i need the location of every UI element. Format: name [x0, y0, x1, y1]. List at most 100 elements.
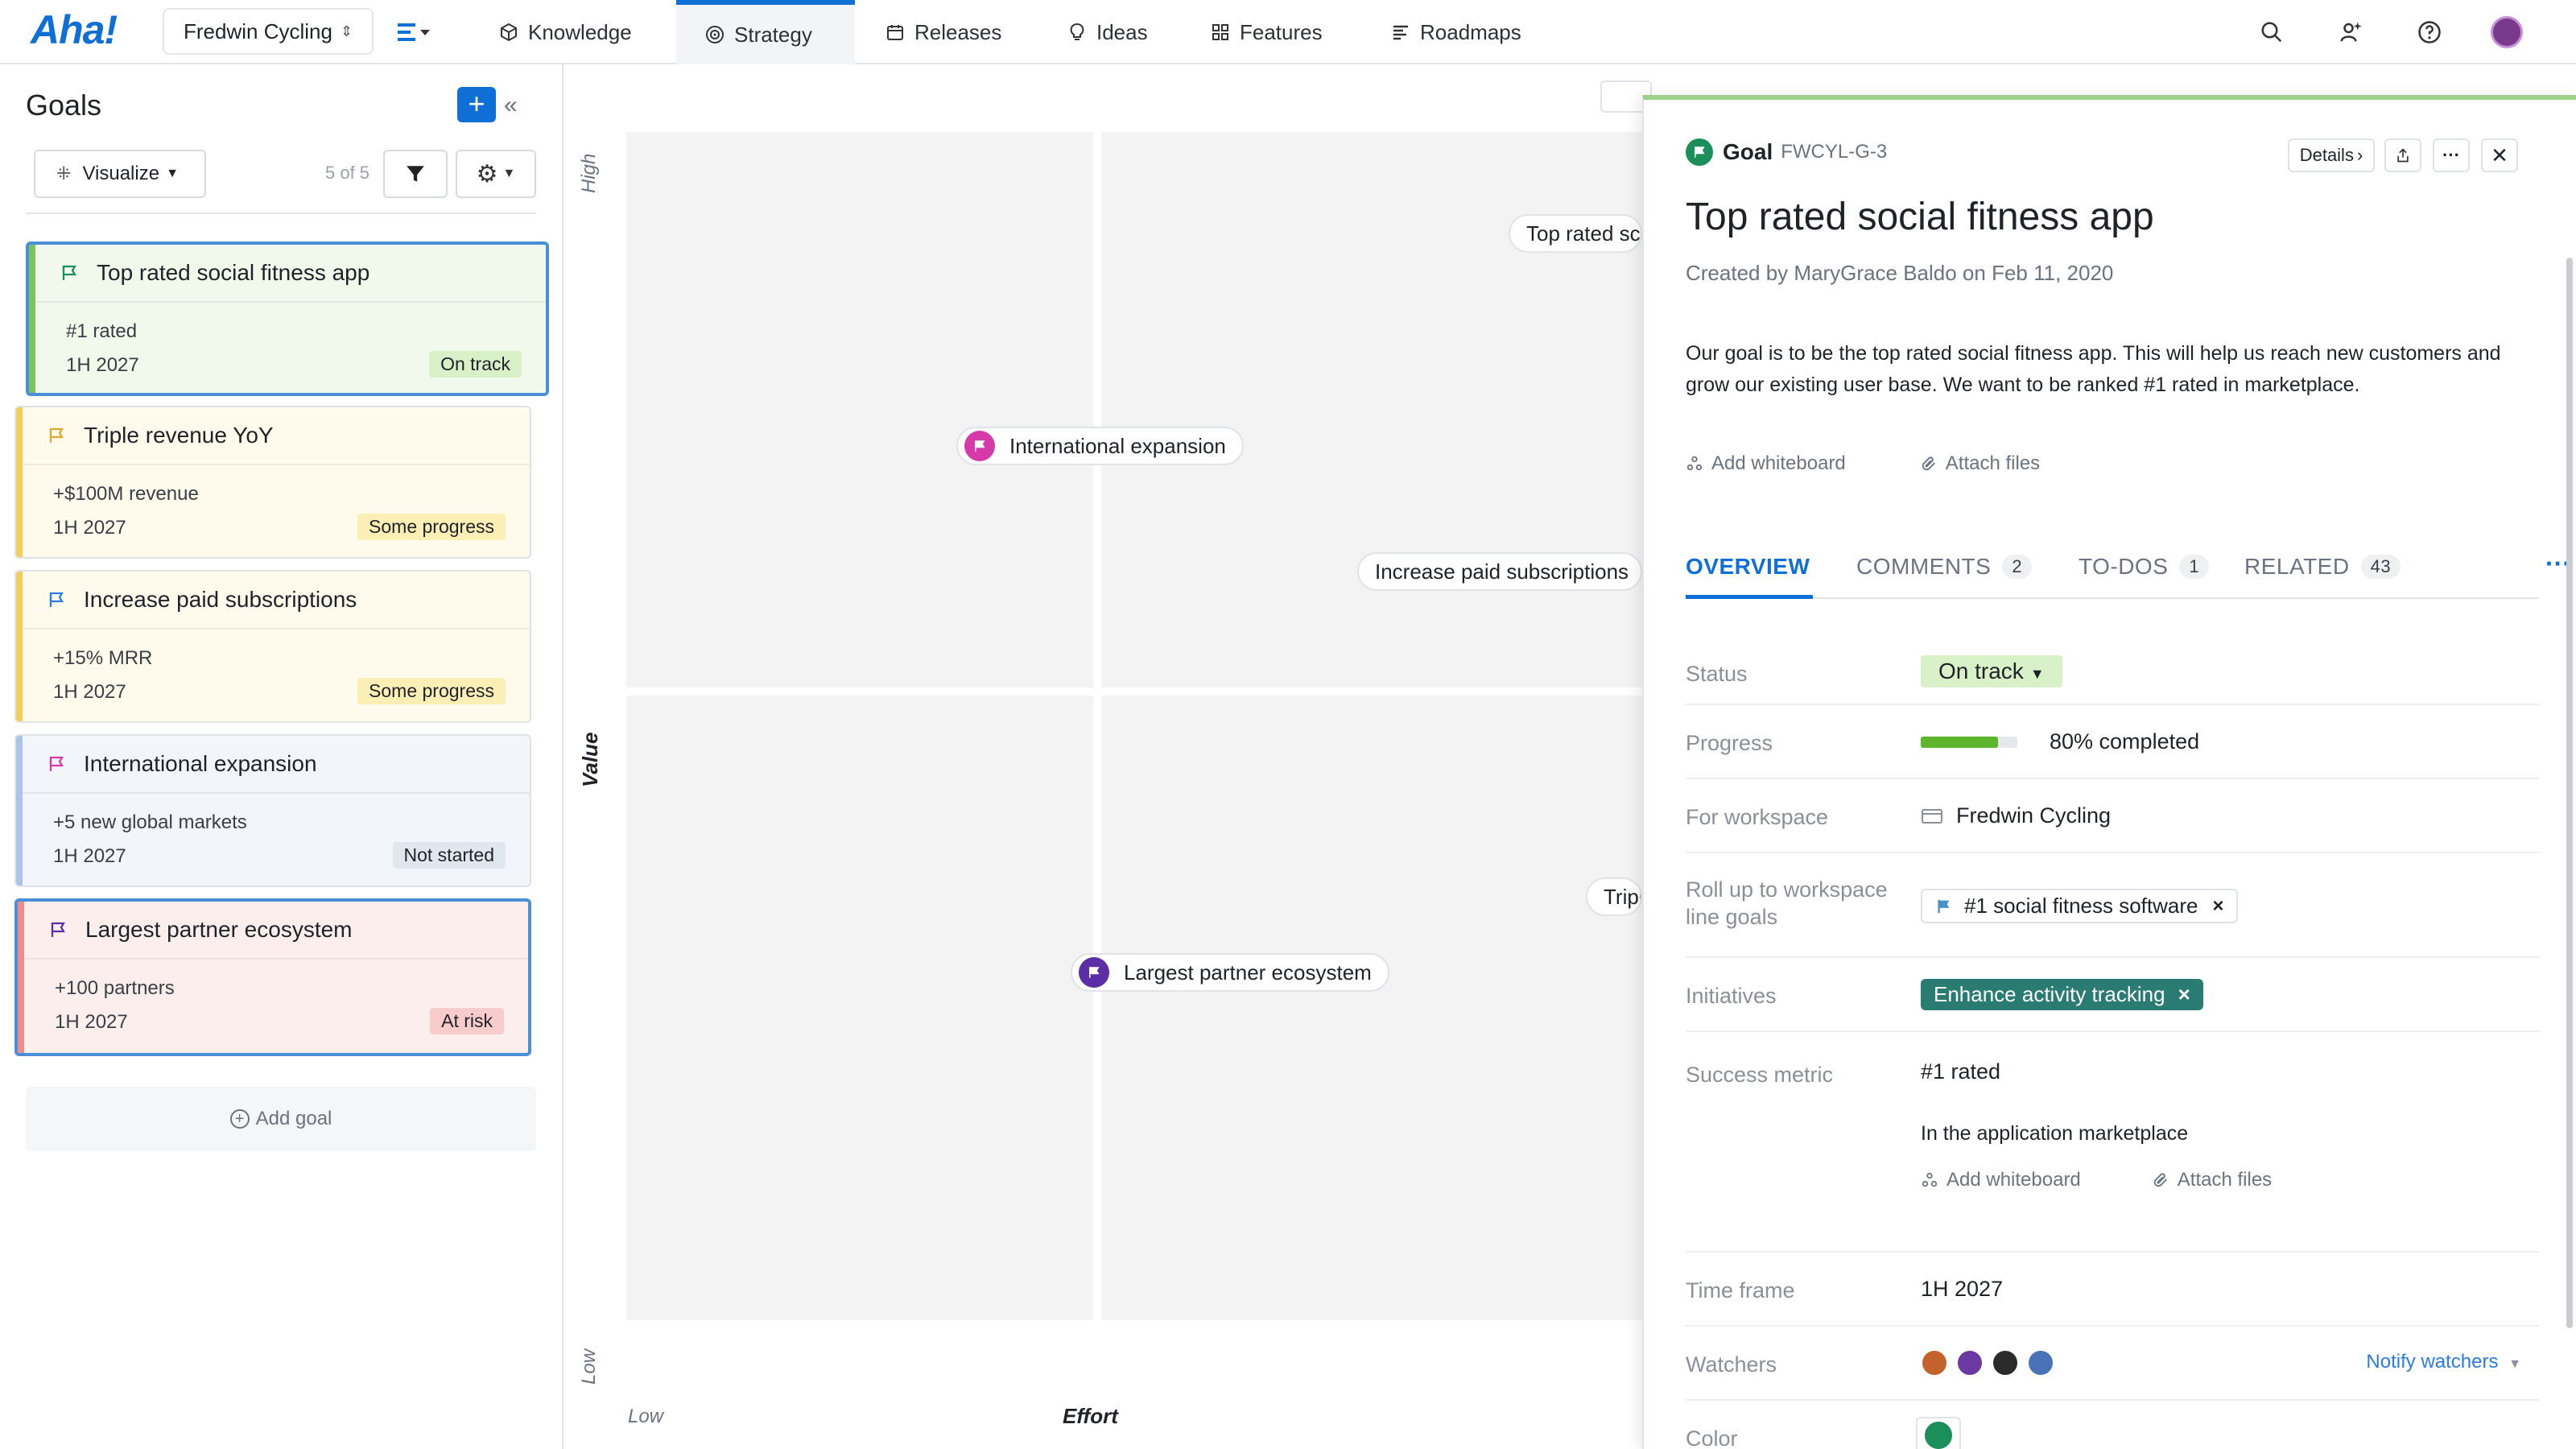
record-reference[interactable]: FWCYL-G-3 [1781, 141, 1887, 163]
goal-status-bar [16, 736, 23, 886]
share-button[interactable] [2384, 138, 2421, 172]
workspace-link[interactable]: Fredwin Cycling [1956, 803, 2111, 828]
nav-tab-strategy[interactable]: Strategy [676, 0, 855, 64]
progress-bar[interactable] [1921, 736, 2017, 748]
whiteboard-icon [1686, 456, 1703, 471]
ai-assistant-button[interactable] [2334, 16, 2367, 48]
search-button[interactable] [2256, 16, 2288, 48]
workspace-menu-button[interactable] [396, 14, 448, 50]
lightbulb-icon [1070, 23, 1084, 40]
remove-chip-icon[interactable]: × [2212, 895, 2223, 918]
watcher-avatar[interactable] [1921, 1349, 1948, 1377]
drawer-scrollbar[interactable] [2566, 258, 2573, 1328]
filter-button[interactable] [383, 150, 448, 198]
field-workspace: For workspace Fredwin Cycling [1686, 779, 2539, 853]
details-button[interactable]: Details › [2288, 138, 2375, 172]
goal-count-label: 5 of 5 [325, 163, 370, 183]
watcher-avatar[interactable] [1956, 1349, 1984, 1377]
notify-watchers-link[interactable]: Notify watchers ▼ [2366, 1351, 2521, 1373]
nav-tab-knowledge[interactable]: Knowledge [499, 0, 632, 64]
close-drawer-button[interactable]: ✕ [2481, 138, 2518, 172]
paperclip-icon [1922, 456, 1935, 471]
field-progress: Progress 80% completed [1686, 705, 2539, 779]
status-badge: At risk [430, 1008, 504, 1034]
nav-tab-features[interactable]: Features [1211, 0, 1323, 64]
add-goal-plus-button[interactable]: + [457, 87, 496, 122]
field-rollup: Roll up to workspace line goals #1 socia… [1686, 853, 2539, 958]
chart-goal-triple-revenue[interactable]: Tripl [1586, 877, 1642, 916]
chart-goal-top-rated[interactable]: Top rated sc [1509, 214, 1642, 253]
flag-icon [49, 592, 64, 607]
chart-quadrant-bottom-right [1101, 696, 1665, 1320]
goal-card-header: Largest partner ecosystem [24, 902, 528, 960]
tab-todos[interactable]: TO-DOS 1 [2079, 554, 2210, 580]
more-options-button[interactable]: ··· [2433, 138, 2470, 172]
goal-card-triple-revenue-yoy[interactable]: Triple revenue YoY +$100M revenue 1H 2027 S… [14, 406, 531, 559]
status-badge: Some progress [357, 678, 506, 704]
up-down-arrows-icon: ⇕ [340, 23, 353, 39]
goal-description[interactable]: Our goal is to be the top rated social f… [1686, 338, 2507, 401]
collapse-sidebar-icon[interactable]: « [504, 92, 518, 119]
ellipsis-icon: ··· [2442, 145, 2460, 165]
divider [26, 213, 536, 214]
goal-timeframe: 1H 2027 [53, 681, 126, 703]
goal-card-top-rated-social-fitness-app[interactable]: Top rated social fitness app #1 rated 1H 2… [26, 242, 549, 396]
flag-icon [49, 427, 64, 443]
description-actions: Add whiteboard Attach files [1686, 452, 2114, 475]
attach-files-link[interactable]: Attach files [1920, 452, 2077, 475]
tab-overview[interactable]: OVERVIEW [1686, 554, 1810, 580]
chart-goal-increase-paid-subscriptions[interactable]: Increase paid subscriptions [1357, 552, 1642, 591]
watcher-avatar[interactable] [1992, 1349, 2019, 1377]
nav-tab-ideas[interactable]: Ideas [1067, 0, 1148, 64]
workspace-name: Fredwin Cycling [184, 19, 332, 43]
nav-tab-roadmaps[interactable]: Roadmaps [1391, 0, 1521, 64]
watcher-avatars[interactable] [1921, 1349, 2062, 1377]
add-whiteboard-link[interactable]: Add whiteboard [1921, 1169, 2116, 1191]
remove-chip-icon[interactable]: × [2178, 982, 2190, 1007]
chart-goal-largest-partner-ecosystem[interactable]: Largest partner ecosystem [1071, 953, 1389, 992]
caret-down-icon: ▼ [502, 167, 516, 180]
goal-card-largest-partner-ecosystem[interactable]: Largest partner ecosystem +100 partners 1H… [14, 898, 531, 1056]
settings-button[interactable]: ⚙ ▼ [456, 150, 536, 198]
attach-files-link[interactable]: Attach files [2152, 1169, 2307, 1191]
goal-card-increase-paid-subscriptions[interactable]: Increase paid subscriptions +15% MRR 1H 20… [14, 570, 531, 723]
aha-logo[interactable]: Aha! [31, 6, 118, 53]
success-metric-value[interactable]: #1 rated [1921, 1059, 2000, 1084]
add-goal-button[interactable]: + Add goal [26, 1087, 536, 1151]
goal-title[interactable]: Top rated social fitness app [1686, 195, 2154, 239]
top-navigation-bar: Aha! Fredwin Cycling ⇕ Knowledge Strateg… [0, 0, 2576, 64]
workspace-switcher[interactable]: Fredwin Cycling ⇕ [163, 8, 374, 55]
rollup-goal-chip[interactable]: #1 social fitness software × [1921, 889, 2239, 923]
tab-related[interactable]: RELATED 43 [2244, 554, 2401, 580]
tab-comments[interactable]: COMMENTS 2 [1856, 554, 2033, 580]
status-badge: On track [429, 351, 522, 378]
goal-card-header: International expansion [23, 736, 530, 794]
menu-icon [398, 23, 430, 41]
status-dropdown[interactable]: On track ▼ [1921, 655, 2062, 687]
goal-card-header: Triple revenue YoY [23, 407, 530, 465]
watcher-avatar[interactable] [2027, 1349, 2054, 1377]
field-time-frame: Time frame 1H 2027 [1686, 1253, 2539, 1327]
help-button[interactable] [2413, 16, 2446, 48]
caret-down-icon: ▼ [166, 167, 179, 180]
goal-timeframe: 1H 2027 [53, 845, 126, 867]
field-color: Color [1686, 1401, 2539, 1449]
time-frame-value[interactable]: 1H 2027 [1921, 1277, 2003, 1302]
goal-metric: +5 new global markets [53, 811, 247, 833]
chart-goal-international-expansion[interactable]: International expansion [956, 427, 1244, 465]
color-picker[interactable] [1916, 1417, 1961, 1449]
success-metric-note[interactable]: In the application marketplace [1921, 1122, 2188, 1146]
goal-card-international-expansion[interactable]: International expansion +5 new global mar… [14, 734, 531, 887]
add-whiteboard-link[interactable]: Add whiteboard [1686, 452, 1883, 475]
status-badge: Not started [392, 842, 506, 869]
nav-tab-releases[interactable]: Releases [886, 0, 1001, 64]
goal-status-bar [18, 902, 24, 1053]
visualize-button[interactable]: ⁜ Visualize ▼ [34, 150, 206, 198]
initiative-chip[interactable]: Enhance activity tracking × [1921, 979, 2203, 1010]
y-axis-title: Value [578, 732, 602, 787]
user-avatar[interactable] [2491, 16, 2523, 48]
goal-name: Triple revenue YoY [84, 423, 274, 448]
workspace-icon [1922, 808, 1942, 824]
field-watchers: Watchers Notify watchers ▼ [1686, 1327, 2539, 1401]
flag-icon [1938, 899, 1950, 913]
